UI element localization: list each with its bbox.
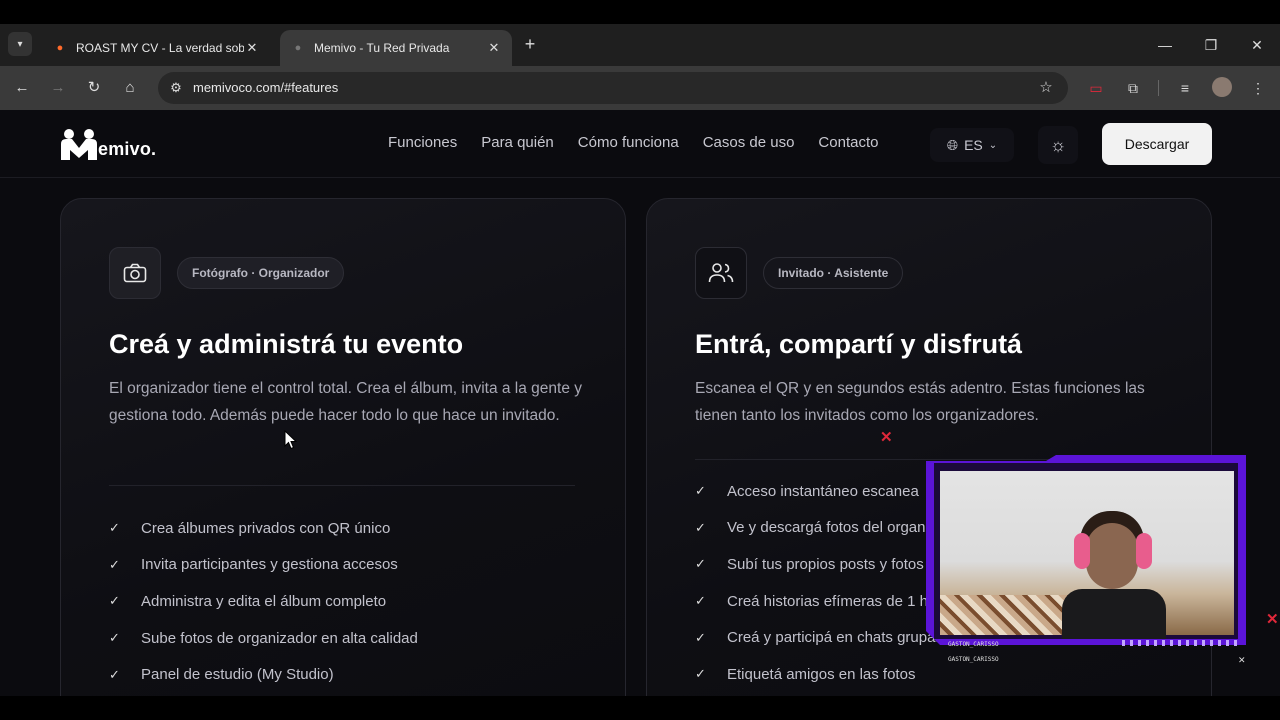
nav-funciones[interactable]: Funciones — [388, 134, 457, 151]
new-tab-icon[interactable]: + — [520, 34, 540, 54]
list-item: ✓ Creá historias efímeras de 1 h — [695, 592, 928, 610]
browser-toolbar: ← → ↻ ⌂ ⚙ memivoco.com/#features ☆ ▭ ⧉ ≡… — [0, 66, 1280, 110]
fire-icon: ● — [56, 42, 64, 54]
users-icon — [695, 247, 747, 299]
list-item: ✓ Acceso instantáneo escanea — [695, 482, 919, 500]
check-icon: ✓ — [695, 629, 706, 645]
list-item: ✓ Subí tus propios posts y fotos — [695, 555, 924, 573]
list-item: ✓ Panel de estudio (My Studio) — [109, 666, 334, 684]
extensions-icon[interactable]: ⧉ — [1121, 76, 1145, 100]
feature-list: ✓ Acceso instantáneo escanea ✓ Ve y descar… — [695, 473, 955, 693]
chevron-down-icon: ⌄ — [988, 139, 998, 151]
minimize-icon[interactable]: — — [1142, 32, 1188, 58]
download-button[interactable]: Descargar — [1102, 123, 1212, 165]
memivo-favicon-icon: ● — [294, 42, 302, 54]
language-selector[interactable]: 🌐︎ ES ⌄ — [930, 128, 1014, 162]
tab-title: Memivo - Tu Red Privada — [314, 41, 450, 55]
nav-contacto[interactable]: Contacto — [818, 134, 878, 151]
sun-icon: ☼ — [1049, 134, 1067, 155]
tab-roast-my-cv[interactable]: ● ROAST MY CV - La verdad sobre ✕ — [42, 30, 270, 66]
site-header: emivo. Funciones Para quién Cómo funcion… — [0, 110, 1280, 178]
check-icon: ✓ — [695, 519, 706, 535]
site-nav: Funciones Para quién Cómo funciona Casos… — [388, 134, 878, 151]
menu-icon[interactable]: ⋮ — [1246, 76, 1270, 100]
check-icon: ✓ — [109, 630, 120, 646]
toolbar-separator — [1158, 80, 1159, 96]
tab-memivo[interactable]: ● Memivo - Tu Red Privada ✕ — [280, 30, 512, 66]
memivo-logo[interactable]: emivo. — [60, 128, 156, 160]
close-marker-icon[interactable]: ✕ — [880, 428, 893, 446]
tab-title: ROAST MY CV - La verdad sobre — [76, 41, 244, 55]
overlay-username: GASTON_CARISSO — [948, 641, 999, 648]
list-item: ✓ Crea álbumes privados con QR único — [109, 519, 391, 537]
bookmark-star-icon[interactable]: ☆ — [1036, 78, 1056, 98]
globe-icon: 🌐︎ — [946, 136, 959, 153]
browser-tab-strip: ▾ ● ROAST MY CV - La verdad sobre ✕ ● Me… — [0, 24, 1280, 66]
list-item: ✓ Etiquetá amigos en las fotos — [695, 665, 916, 683]
screen-top-bar — [0, 0, 1280, 24]
check-icon: ✓ — [109, 556, 120, 572]
camera-icon — [109, 247, 161, 299]
language-code: ES — [964, 137, 983, 153]
check-icon: ✓ — [109, 666, 120, 682]
home-icon[interactable]: ⌂ — [118, 76, 142, 100]
role-tag: Fotógrafo · Organizador — [177, 257, 345, 289]
card-description: Escanea el QR y en segundos estás adentr… — [695, 380, 1145, 424]
window-close-icon[interactable]: ✕ — [1234, 32, 1280, 58]
feature-list: ✓ Crea álbumes privados con QR único ✓ Inv… — [109, 510, 418, 693]
reload-icon[interactable]: ↻ — [82, 76, 106, 100]
nav-casos-de-uso[interactable]: Casos de uso — [703, 134, 795, 151]
card-title: Creá y administrá tu evento — [109, 329, 464, 359]
card-divider — [109, 485, 575, 486]
profile-avatar[interactable] — [1212, 77, 1232, 97]
check-icon: ✓ — [695, 666, 706, 682]
list-item: ✓ Sube fotos de organizador en alta calid… — [109, 629, 418, 647]
webcam-overlay: GASTON_CARISSO GASTON_CARISSO ✕ — [926, 455, 1246, 665]
check-icon: ✓ — [695, 483, 706, 499]
card-description: El organizador tiene el control total. C… — [109, 380, 583, 424]
headset-icon — [1136, 533, 1152, 569]
nav-para-quien[interactable]: Para quién — [481, 134, 554, 151]
restore-icon[interactable]: ❐ — [1188, 32, 1234, 58]
card-title: Entrá, compartí y disfrutá — [695, 329, 1023, 359]
headset-icon — [1074, 533, 1090, 569]
check-icon: ✓ — [695, 556, 706, 572]
url-text[interactable]: memivoco.com/#features — [193, 80, 338, 95]
nav-como-funciona[interactable]: Cómo funciona — [578, 134, 679, 151]
list-item: ✓ Ve y descargá fotos del organi — [695, 519, 929, 537]
close-tab-icon[interactable]: ✕ — [486, 40, 502, 56]
screen-bottom-bar — [0, 696, 1280, 720]
mouse-cursor-icon — [284, 430, 298, 450]
logo-text: emivo. — [98, 139, 157, 159]
close-tab-icon[interactable]: ✕ — [244, 40, 260, 56]
overlay-username: GASTON_CARISSO — [948, 656, 999, 663]
role-tag: Invitado · Asistente — [763, 257, 904, 289]
address-bar[interactable]: ⚙ memivoco.com/#features ☆ — [158, 72, 1068, 104]
back-icon[interactable]: ← — [10, 76, 34, 100]
tab-search-button[interactable]: ▾ — [8, 32, 32, 56]
streamer-body — [1062, 589, 1166, 639]
forward-icon[interactable]: → — [46, 76, 70, 100]
theme-toggle-button[interactable]: ☼ — [1038, 126, 1078, 164]
webcam-feed — [940, 471, 1234, 639]
check-icon: ✓ — [109, 520, 120, 536]
overlay-close-icon[interactable]: ✕ — [1238, 655, 1246, 666]
media-controls-icon[interactable]: ≡ — [1173, 76, 1197, 100]
organizer-card: Fotógrafo · Organizador Creá y administr… — [60, 198, 626, 696]
overlay-dots — [1122, 640, 1240, 646]
streamer-face — [1086, 523, 1138, 589]
memivo-logo-icon — [61, 129, 97, 160]
cast-icon[interactable]: ▭ — [1084, 76, 1108, 100]
bed-blanket — [940, 595, 1070, 635]
list-item: ✓ Invita participantes y gestiona accesos — [109, 556, 398, 574]
check-icon: ✓ — [695, 593, 706, 609]
check-icon: ✓ — [109, 593, 120, 609]
site-info-icon[interactable]: ⚙ — [166, 78, 186, 98]
close-marker-icon[interactable]: ✕ — [1266, 610, 1279, 628]
list-item: ✓ Administra y edita el álbum completo — [109, 592, 387, 610]
list-item: ✓ Creá y participá en chats grupales — [695, 629, 955, 647]
